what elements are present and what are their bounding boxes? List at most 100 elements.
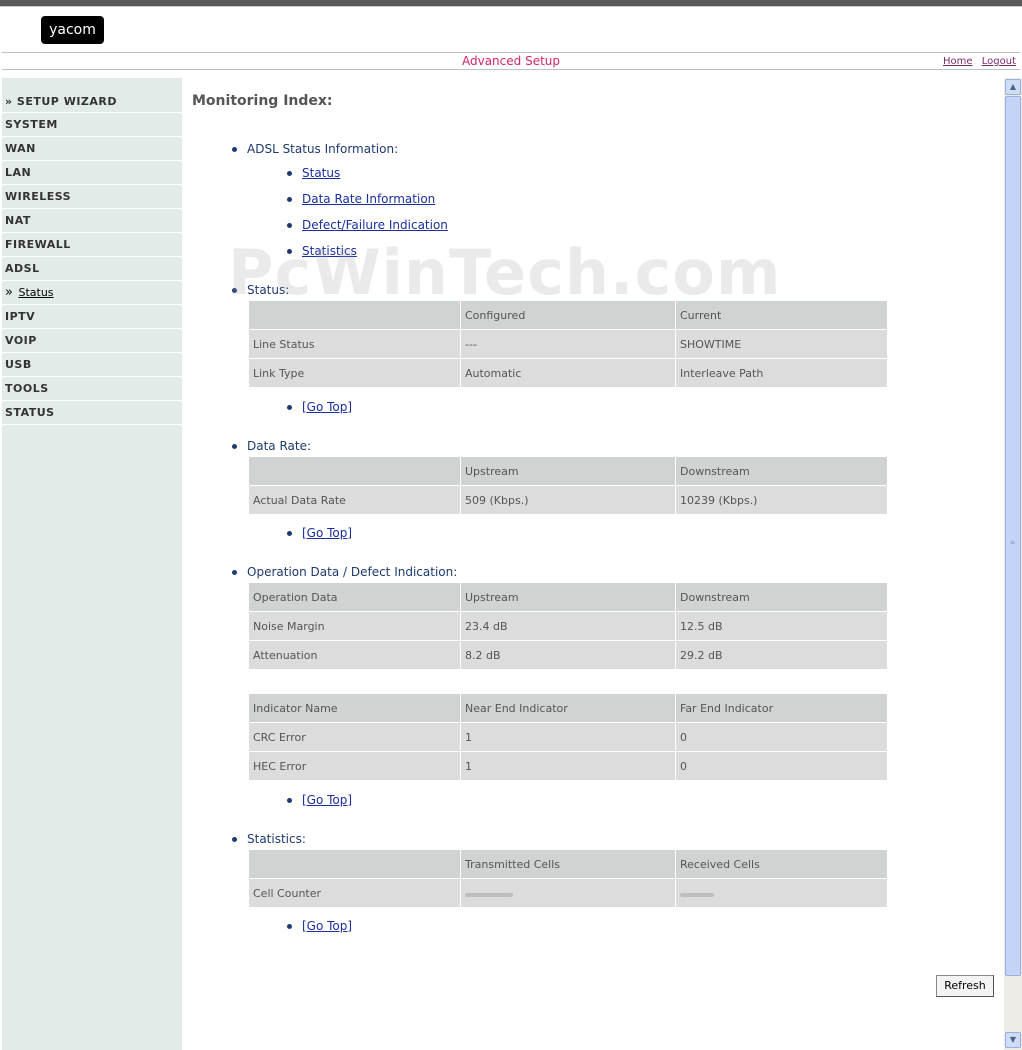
sidebar-item-tools[interactable]: TOOLS: [2, 377, 182, 401]
sidebar-subitem-status-link[interactable]: Status: [18, 286, 53, 299]
table-cell: 0: [675, 751, 888, 781]
data-rate-table: Upstream Downstream Actual Data Rate 509…: [248, 456, 888, 515]
table-cell: Noise Margin: [248, 611, 461, 641]
statistics-section-label: Statistics:: [247, 832, 306, 846]
table-cell: [248, 300, 461, 330]
table-cell: Upstream: [460, 456, 676, 486]
table-cell: 10239 (Kbps.): [675, 485, 888, 515]
statistics-table: Transmitted Cells Received Cells Cell Co…: [248, 849, 888, 908]
table-cell: Far End Indicator: [675, 693, 888, 723]
go-top-link[interactable]: [Go Top]: [302, 400, 352, 414]
home-link[interactable]: Home: [943, 56, 973, 67]
sidebar-item-firewall[interactable]: FIREWALL: [2, 233, 182, 257]
sidebar-item-adsl[interactable]: ADSL: [2, 257, 182, 281]
chevron-right-icon: »: [5, 285, 13, 300]
redacted-value: [680, 892, 714, 897]
table-cell: Cell Counter: [248, 878, 461, 908]
index-link-data-rate[interactable]: Data Rate Information: [302, 192, 435, 206]
table-row: CRC Error 1 0: [248, 722, 888, 752]
table-row: Attenuation 8.2 dB 29.2 dB: [248, 640, 888, 670]
table-cell: 509 (Kbps.): [460, 485, 676, 515]
sidebar-item-nat[interactable]: NAT: [2, 209, 182, 233]
redacted-cell: [460, 878, 676, 908]
sidebar-item-system[interactable]: SYSTEM: [2, 113, 182, 137]
indicator-table: Indicator Name Near End Indicator Far En…: [248, 693, 888, 781]
operation-section-label: Operation Data / Defect Indication:: [247, 565, 458, 579]
refresh-button[interactable]: Refresh: [936, 975, 994, 997]
logo: yacom: [41, 16, 104, 44]
table-cell: Line Status: [248, 329, 461, 359]
bullet-icon: [287, 171, 292, 176]
go-top-link[interactable]: [Go Top]: [302, 793, 352, 807]
table-row: Actual Data Rate 509 (Kbps.) 10239 (Kbps…: [248, 485, 888, 515]
table-cell: 0: [675, 722, 888, 752]
logout-link[interactable]: Logout: [982, 56, 1016, 67]
sidebar-item-setup-wizard[interactable]: » SETUP WIZARD: [2, 91, 182, 113]
sidebar-item-wireless[interactable]: WIRELESS: [2, 185, 182, 209]
top-links: Home Logout: [937, 56, 1016, 67]
table-cell: Downstream: [675, 456, 888, 486]
sidebar-item-status[interactable]: STATUS: [2, 401, 182, 425]
sidebar-item-usb[interactable]: USB: [2, 353, 182, 377]
table-cell: 8.2 dB: [460, 640, 676, 670]
grip-icon: ≡: [1010, 539, 1016, 546]
bullet-icon: [287, 223, 292, 228]
scroll-up-arrow-icon[interactable]: ▲: [1005, 79, 1021, 95]
table-cell: Current: [675, 300, 888, 330]
sidebar-item-voip[interactable]: VOIP: [2, 329, 182, 353]
table-row: HEC Error 1 0: [248, 751, 888, 781]
go-top-link[interactable]: [Go Top]: [302, 919, 352, 933]
bullet-icon: [287, 249, 292, 254]
sidebar-item-iptv[interactable]: IPTV: [2, 305, 182, 329]
table-cell: 1: [460, 751, 676, 781]
table-header-row: Indicator Name Near End Indicator Far En…: [248, 693, 888, 723]
vertical-scrollbar[interactable]: ▲ ≡ ▼: [1004, 78, 1022, 1050]
sidebar-item-lan[interactable]: LAN: [2, 161, 182, 185]
bullet-icon: [287, 798, 292, 803]
table-row: Line Status --- SHOWTIME: [248, 329, 888, 359]
go-top-link[interactable]: [Go Top]: [302, 526, 352, 540]
table-cell: Operation Data: [248, 582, 461, 612]
table-row: Cell Counter: [248, 878, 888, 908]
sidebar: » SETUP WIZARD SYSTEM WAN LAN WIRELESS N…: [2, 78, 182, 1050]
bullet-icon: [232, 288, 237, 293]
table-header-row: Operation Data Upstream Downstream: [248, 582, 888, 612]
table-header-row: Transmitted Cells Received Cells: [248, 849, 888, 879]
table-cell: Transmitted Cells: [460, 849, 676, 879]
table-cell: Automatic: [460, 358, 676, 388]
table-cell: ---: [460, 329, 676, 359]
page-title: Monitoring Index:: [192, 93, 333, 109]
bullet-icon: [287, 924, 292, 929]
table-cell: [248, 849, 461, 879]
table-header-row: Upstream Downstream: [248, 456, 888, 486]
table-cell: 29.2 dB: [675, 640, 888, 670]
index-link-status[interactable]: Status: [302, 166, 340, 180]
table-cell: Attenuation: [248, 640, 461, 670]
table-cell: Link Type: [248, 358, 461, 388]
table-cell: Downstream: [675, 582, 888, 612]
table-cell: Near End Indicator: [460, 693, 676, 723]
table-cell: Indicator Name: [248, 693, 461, 723]
table-row: Link Type Automatic Interleave Path: [248, 358, 888, 388]
table-cell: 23.4 dB: [460, 611, 676, 641]
table-cell: Upstream: [460, 582, 676, 612]
table-cell: 12.5 dB: [675, 611, 888, 641]
scroll-thumb[interactable]: ≡: [1005, 96, 1021, 976]
data-rate-section-label: Data Rate:: [247, 439, 312, 453]
table-cell: HEC Error: [248, 751, 461, 781]
redacted-value: [465, 892, 513, 897]
bullet-icon: [287, 405, 292, 410]
index-link-defect[interactable]: Defect/Failure Indication: [302, 218, 448, 232]
scroll-down-arrow-icon[interactable]: ▼: [1005, 1032, 1021, 1048]
table-header-row: Configured Current: [248, 300, 888, 330]
sidebar-item-wan[interactable]: WAN: [2, 137, 182, 161]
table-cell: CRC Error: [248, 722, 461, 752]
status-section-label: Status:: [247, 283, 290, 297]
bullet-icon: [287, 197, 292, 202]
bullet-icon: [232, 147, 237, 152]
index-link-statistics[interactable]: Statistics: [302, 244, 357, 258]
page-title-advanced-setup: Advanced Setup: [461, 54, 560, 68]
bullet-icon: [232, 837, 237, 842]
table-cell: 1: [460, 722, 676, 752]
table-cell: Received Cells: [675, 849, 888, 879]
